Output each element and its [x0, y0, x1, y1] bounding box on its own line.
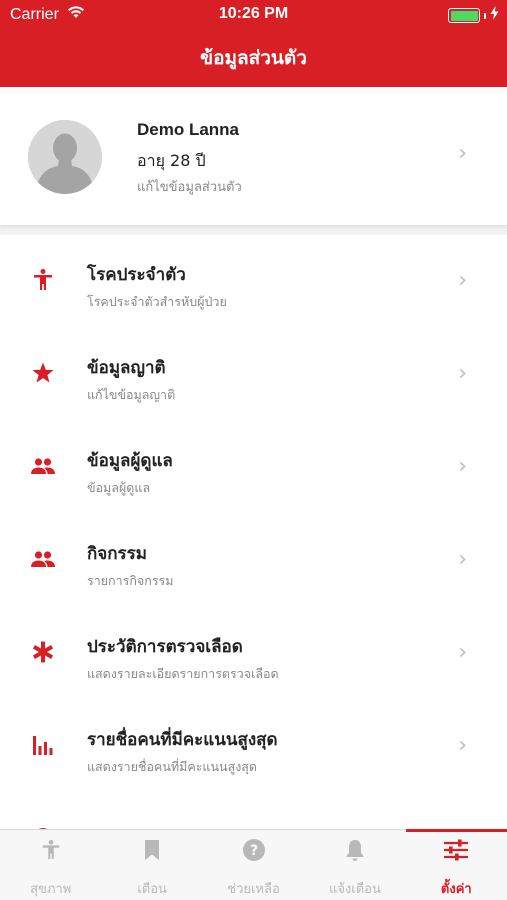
profile-card[interactable]: Demo Lanna อายุ 28 ปี แก้ไขข้อมูลส่วนตัว… [0, 87, 507, 225]
accessibility-icon [0, 837, 101, 863]
menu-item-chronic-disease[interactable]: โรคประจำตัว โรคประจำตัวสำรหับผู้ป่วย › [0, 235, 507, 328]
accessibility-icon [30, 267, 56, 293]
sliders-icon [406, 837, 507, 863]
profile-name: Demo Lanna [137, 120, 240, 139]
star-icon [30, 360, 56, 386]
chevron-right-icon: › [458, 733, 467, 758]
svg-text:?: ? [249, 843, 257, 859]
menu-item-title: ข้อมูลผู้ดูแล [87, 451, 173, 471]
chevron-right-icon: › [458, 640, 467, 665]
menu-item-partial[interactable] [0, 793, 507, 829]
chevron-right-icon: › [458, 268, 467, 293]
menu-item-title: รายชื่อคนที่มีคะแนนสูงสุด [87, 730, 278, 750]
profile-age: อายุ 28 ปี [137, 151, 206, 170]
tab-notifications[interactable]: แจ้งเตือน [304, 830, 405, 900]
menu-item-subtitle: โรคประจำตัวสำรหับผู้ป่วย [87, 294, 227, 309]
chevron-right-icon: › [458, 141, 467, 166]
settings-menu: โรคประจำตัว โรคประจำตัวสำรหับผู้ป่วย › ข… [0, 235, 507, 829]
menu-item-subtitle: แสดงรายชื่อคนที่มีคะแนนสูงสุด [87, 759, 258, 774]
asterisk-icon [30, 639, 56, 665]
help-icon: ? [203, 837, 304, 863]
tab-bar: สุขภาพ เตือน ? ช่วยเหลือ แจ้งเตือน ตั้งค… [0, 829, 507, 900]
battery-icon [448, 8, 480, 23]
menu-item-title: โรคประจำตัว [87, 265, 186, 285]
menu-item-top-scores[interactable]: รายชื่อคนที่มีคะแนนสูงสุด แสดงรายชื่อคนท… [0, 700, 507, 793]
tab-label: สุขภาพ [30, 882, 72, 897]
charging-icon [490, 6, 499, 25]
tab-health[interactable]: สุขภาพ [0, 830, 101, 900]
menu-item-activities[interactable]: กิจกรรม รายการกิจกรรม › [0, 514, 507, 607]
menu-item-title: กิจกรรม [87, 544, 148, 564]
person-silhouette-icon [28, 120, 102, 194]
menu-item-blood-test-history[interactable]: ประวัติการตรวจเลือด แสดงรายละเอียดรายการ… [0, 607, 507, 700]
tab-help[interactable]: ? ช่วยเหลือ [203, 830, 304, 900]
tab-settings[interactable]: ตั้งค่า [405, 829, 507, 900]
menu-item-subtitle: แสดงรายละเอียดรายการตรวจเลือด [87, 666, 279, 681]
people-icon [30, 453, 56, 479]
tab-label: เตือน [137, 882, 167, 897]
bookmark-icon [101, 837, 202, 863]
menu-item-caregiver[interactable]: ข้อมูลผู้ดูแล ข้อมูลผู้ดูแล › [0, 421, 507, 514]
status-time: 10:26 PM [218, 5, 289, 22]
bar-chart-icon [30, 732, 56, 758]
edit-profile-link[interactable]: แก้ไขข้อมูลส่วนตัว [137, 176, 242, 197]
chevron-right-icon: › [458, 361, 467, 386]
page-title: ข้อมูลส่วนตัว [200, 47, 307, 69]
avatar [28, 120, 102, 194]
people-icon [30, 546, 56, 572]
menu-item-subtitle: ข้อมูลผู้ดูแล [87, 480, 151, 495]
menu-item-subtitle: รายการกิจกรรม [87, 573, 174, 588]
menu-item-title: ประวัติการตรวจเลือด [87, 637, 243, 657]
menu-item-subtitle: แก้ไขข้อมูลญาติ [87, 387, 176, 402]
bell-icon [304, 837, 405, 863]
chevron-right-icon: › [458, 547, 467, 572]
nav-bar: ข้อมูลส่วนตัว [0, 30, 507, 87]
chevron-right-icon: › [458, 454, 467, 479]
tab-reminder[interactable]: เตือน [101, 830, 202, 900]
tab-label: แจ้งเตือน [328, 882, 381, 897]
menu-item-relatives[interactable]: ข้อมูลญาติ แก้ไขข้อมูลญาติ › [0, 328, 507, 421]
menu-item-title: ข้อมูลญาติ [87, 358, 166, 378]
tab-label: ช่วยเหลือ [227, 882, 280, 897]
tab-label: ตั้งค่า [440, 882, 472, 897]
status-bar: Carrier 10:26 PM [0, 0, 507, 30]
